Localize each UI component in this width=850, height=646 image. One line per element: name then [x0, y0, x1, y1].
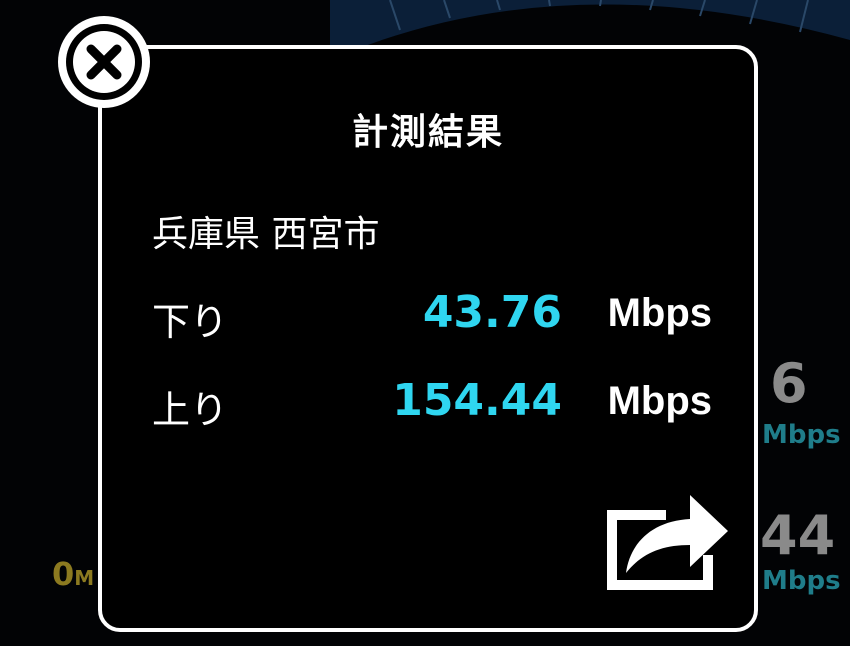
download-unit: Mbps [607, 291, 712, 335]
download-label: 下り [152, 300, 229, 344]
gauge-min-value: 0 [52, 555, 75, 593]
bg-download-value: 6 [770, 352, 808, 415]
upload-label: 上り [152, 388, 229, 432]
download-row: 下り 43.76 Mbps [152, 287, 712, 347]
bg-upload-unit: Mbps [762, 566, 841, 596]
close-icon [73, 31, 135, 93]
upload-value: 154.44 [392, 375, 562, 426]
upload-unit: Mbps [607, 379, 712, 423]
location-text: 兵庫県 西宮市 [152, 214, 380, 255]
upload-row: 上り 154.44 Mbps [152, 375, 712, 435]
share-icon [607, 495, 728, 590]
modal-title: 計測結果 [351, 112, 504, 153]
bg-upload-value: 44 [760, 504, 836, 567]
close-button[interactable] [58, 16, 150, 108]
result-modal: 計測結果 兵庫県 西宮市 下り 43.76 Mbps 上り 154.44 Mbp… [98, 45, 758, 632]
bg-download-unit: Mbps [762, 420, 841, 450]
gauge-min-label: 0M [52, 555, 94, 593]
speedtest-screen: 6 Mbps 44 Mbps 0M 計測結果 兵庫県 西宮市 下り 43.76 … [0, 0, 850, 646]
download-value: 43.76 [422, 287, 562, 338]
share-button[interactable] [604, 487, 734, 593]
close-button-inner [66, 24, 142, 100]
gauge-min-unit: M [74, 566, 95, 590]
